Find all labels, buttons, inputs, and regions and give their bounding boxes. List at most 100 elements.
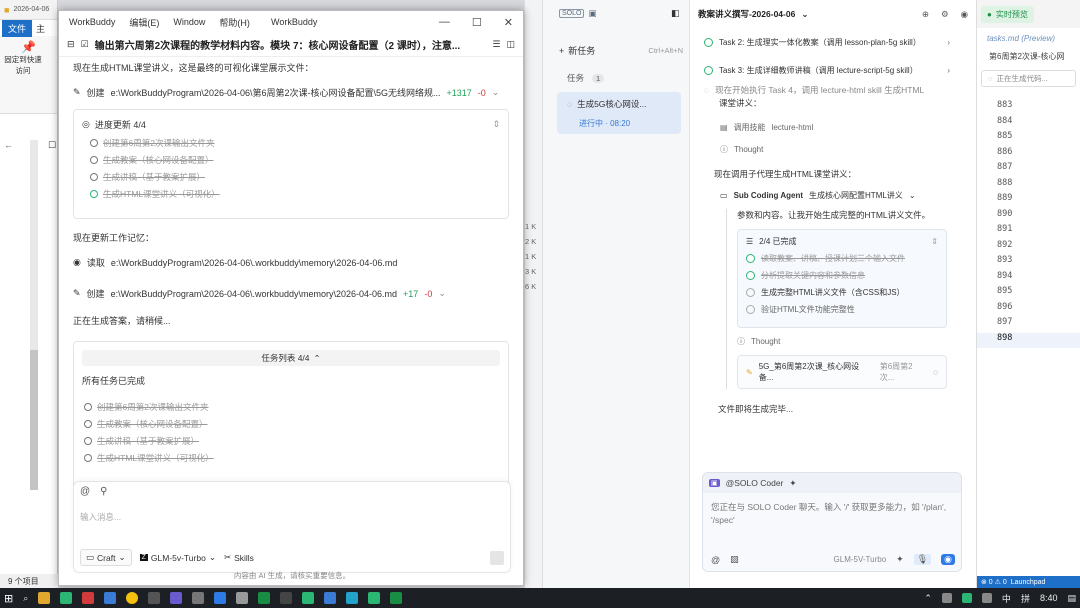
sub-agent-row[interactable]: ▭ Sub Coding Agent 生成核心网配置HTML讲义 ⌄ [720, 190, 976, 201]
thought-row[interactable]: ⓘ Thought [720, 138, 976, 160]
image-icon[interactable]: ▨ [730, 554, 739, 565]
task-row[interactable]: Task 2: 生成理实一体化教案（调用 lesson-plan-5g skil… [704, 28, 976, 56]
at-icon[interactable]: @ [711, 555, 720, 565]
add-icon[interactable]: ⊕ [922, 9, 929, 20]
app-icon[interactable] [236, 592, 249, 604]
explorer-ribbon: 📌 固定到快速访问 [0, 36, 57, 114]
code-line-number: 898 [977, 332, 1080, 348]
ime-indicator[interactable]: 拼 [1021, 592, 1030, 605]
live-preview-button[interactable]: ● 实时预览 [981, 5, 1034, 23]
code-line-number: 895 [997, 286, 1013, 296]
message-composer: @ ⚲ 输入消息... ▭ Craft ⌄ Z GLM-5v-Turbo ⌄ ✂ Skil… [73, 481, 511, 573]
chevron-down-icon[interactable]: ⌄ [801, 9, 808, 20]
app-icon[interactable] [258, 592, 271, 604]
file-create-line[interactable]: ✎ 创建 e:\WorkBuddyProgram\2026-04-06\第6周第… [73, 86, 509, 99]
read-path[interactable]: e:\WorkBuddyProgram\2026-04-06\.workbudd… [111, 258, 397, 268]
app-icon[interactable] [148, 592, 161, 604]
send-button[interactable] [490, 550, 504, 565]
menu-window[interactable]: Window [173, 17, 205, 27]
new-task-button[interactable]: + 新任务 Ctrl+Alt+N [559, 44, 683, 57]
notification-icon[interactable]: ▤ [1067, 593, 1076, 604]
explorer-home-tab[interactable]: 主 [36, 22, 45, 35]
file-path[interactable]: e:\WorkBuddyProgram\2026-04-06\.workbudd… [111, 289, 397, 299]
checkbox-icon[interactable]: ☐ [48, 140, 56, 151]
attach-icon[interactable]: ⚲ [100, 486, 107, 497]
thought-row-2[interactable]: ⓘ Thought [737, 336, 976, 347]
generated-file-card[interactable]: ✎ 5G_第6周第2次课_核心网设备... 第6周第2次... ◌ [737, 355, 947, 389]
chat-input[interactable]: 您正在与 SOLO Coder 聊天。输入 '/' 获取更多能力，如 '/pla… [703, 493, 961, 535]
windows-start-icon[interactable]: ⊞ [4, 592, 13, 605]
back-arrow-icon[interactable]: ← [4, 140, 13, 150]
language-indicator[interactable]: 中 [1002, 592, 1011, 605]
app-icon[interactable] [324, 592, 337, 604]
chevron-down-icon[interactable]: ⌄ [438, 288, 446, 299]
clock[interactable]: 8:40 [1040, 593, 1058, 603]
code-line-number: 883 [997, 100, 1013, 110]
account-icon[interactable]: ◉ [961, 9, 968, 20]
code-preview-pane: ● 实时预览 tasks.md (Preview) 第6周第2次课-核心网 ◌ 正在… [976, 0, 1080, 588]
pin-label[interactable]: 固定到快速访问 [4, 54, 42, 76]
workbuddy-taskbar-icon[interactable] [302, 592, 315, 604]
app-icon[interactable] [60, 592, 73, 604]
size-cell: 3 K [525, 267, 537, 276]
collapse-icon[interactable]: ⇕ [931, 237, 938, 246]
model-select[interactable]: Z GLM-5v-Turbo ⌄ [139, 552, 216, 563]
chevron-down-icon[interactable]: ⌄ [492, 87, 500, 98]
file-read-line[interactable]: ◉ 读取 e:\WorkBuddyProgram\2026-04-06\.wor… [73, 256, 509, 269]
file-path[interactable]: e:\WorkBuddyProgram\2026-04-06\第6周第2次课-核… [111, 86, 441, 99]
collapse-arrows-icon[interactable]: ⇕ [492, 119, 500, 130]
app-icon[interactable] [104, 592, 117, 604]
sidebar-toggle-icon[interactable]: ◫ [506, 39, 515, 50]
at-icon[interactable]: @ [80, 486, 90, 497]
send-button[interactable]: ◉ [941, 554, 955, 565]
solo-badge-icon: ▣ [588, 8, 597, 18]
chrome-icon[interactable] [126, 592, 139, 604]
plan-item: 读取教案、讲稿、授课计划三个输入文件 [746, 253, 938, 264]
wechat-icon[interactable] [368, 592, 381, 604]
app-icon[interactable] [346, 592, 359, 604]
chevron-up-icon[interactable]: ⌃ [924, 593, 932, 604]
app-icon[interactable] [170, 592, 183, 604]
skills-button[interactable]: ✂ Skills [224, 552, 254, 563]
gear-icon[interactable]: ⚙ [941, 9, 949, 20]
menu-icon[interactable]: ☰ [492, 39, 500, 50]
tray-icon[interactable] [961, 593, 972, 603]
search-icon[interactable]: ⌕ [23, 593, 28, 604]
message-input[interactable]: 输入消息... [74, 501, 510, 533]
menu-edit[interactable]: 编辑(E) [129, 16, 159, 29]
explorer-file-tab[interactable]: 文件 [2, 19, 33, 37]
app-icon[interactable] [214, 592, 227, 604]
task-item: 生成HTML课堂讲义（可视化） [84, 452, 492, 464]
eye-icon: ◉ [73, 257, 81, 267]
app-icon[interactable] [280, 592, 293, 604]
file-create-line-2[interactable]: ✎ 创建 e:\WorkBuddyProgram\2026-04-06\.wor… [73, 287, 509, 300]
explorer-icon[interactable] [38, 592, 51, 604]
app-icon[interactable] [82, 592, 95, 604]
tasklist-header[interactable]: 任务列表 4/4 ⌃ [82, 350, 500, 366]
task-row[interactable]: Task 3: 生成详细教师讲稿（调用 lecture-script-5g sk… [704, 56, 976, 84]
close-icon[interactable]: ✕ [504, 16, 513, 29]
minimize-icon[interactable]: — [439, 16, 450, 28]
app-icon[interactable] [192, 592, 205, 604]
maximize-icon[interactable]: ☐ [472, 16, 482, 29]
pin-icon[interactable]: 📌 [4, 40, 53, 54]
skill-call[interactable]: ▤ 调用技能 lecture-html [720, 116, 976, 138]
chat-title[interactable]: 教案讲义撰写-2026-04-06 [698, 8, 795, 20]
menu-help[interactable]: 帮助(H) [219, 16, 250, 29]
lines-removed: -0 [477, 87, 486, 98]
launchpad-button[interactable]: Launchpad [1011, 579, 1046, 586]
tray-icon[interactable] [981, 593, 992, 603]
app-icon[interactable] [390, 592, 403, 604]
active-task-item[interactable]: ◌ 生成5G核心网设... 进行中 · 08:20 [557, 92, 681, 134]
progress-item: 生成HTML课堂讲义（可视化） [90, 188, 492, 200]
collapse-icon[interactable]: ⊟ [67, 39, 75, 50]
sparkle-icon[interactable]: ✦ [896, 554, 904, 565]
explorer-scrollbar[interactable] [30, 140, 38, 490]
tray-icon[interactable] [941, 593, 952, 603]
mic-icon[interactable]: 🎙 [913, 554, 932, 565]
preview-tab[interactable]: tasks.md (Preview) [977, 28, 1080, 49]
app-name[interactable]: WorkBuddy [69, 17, 115, 27]
panel-toggle-icon[interactable]: ◧ [671, 8, 680, 19]
model-select[interactable]: GLM-5V-Turbo [834, 555, 887, 564]
mode-select[interactable]: ▭ Craft ⌄ [80, 549, 132, 566]
